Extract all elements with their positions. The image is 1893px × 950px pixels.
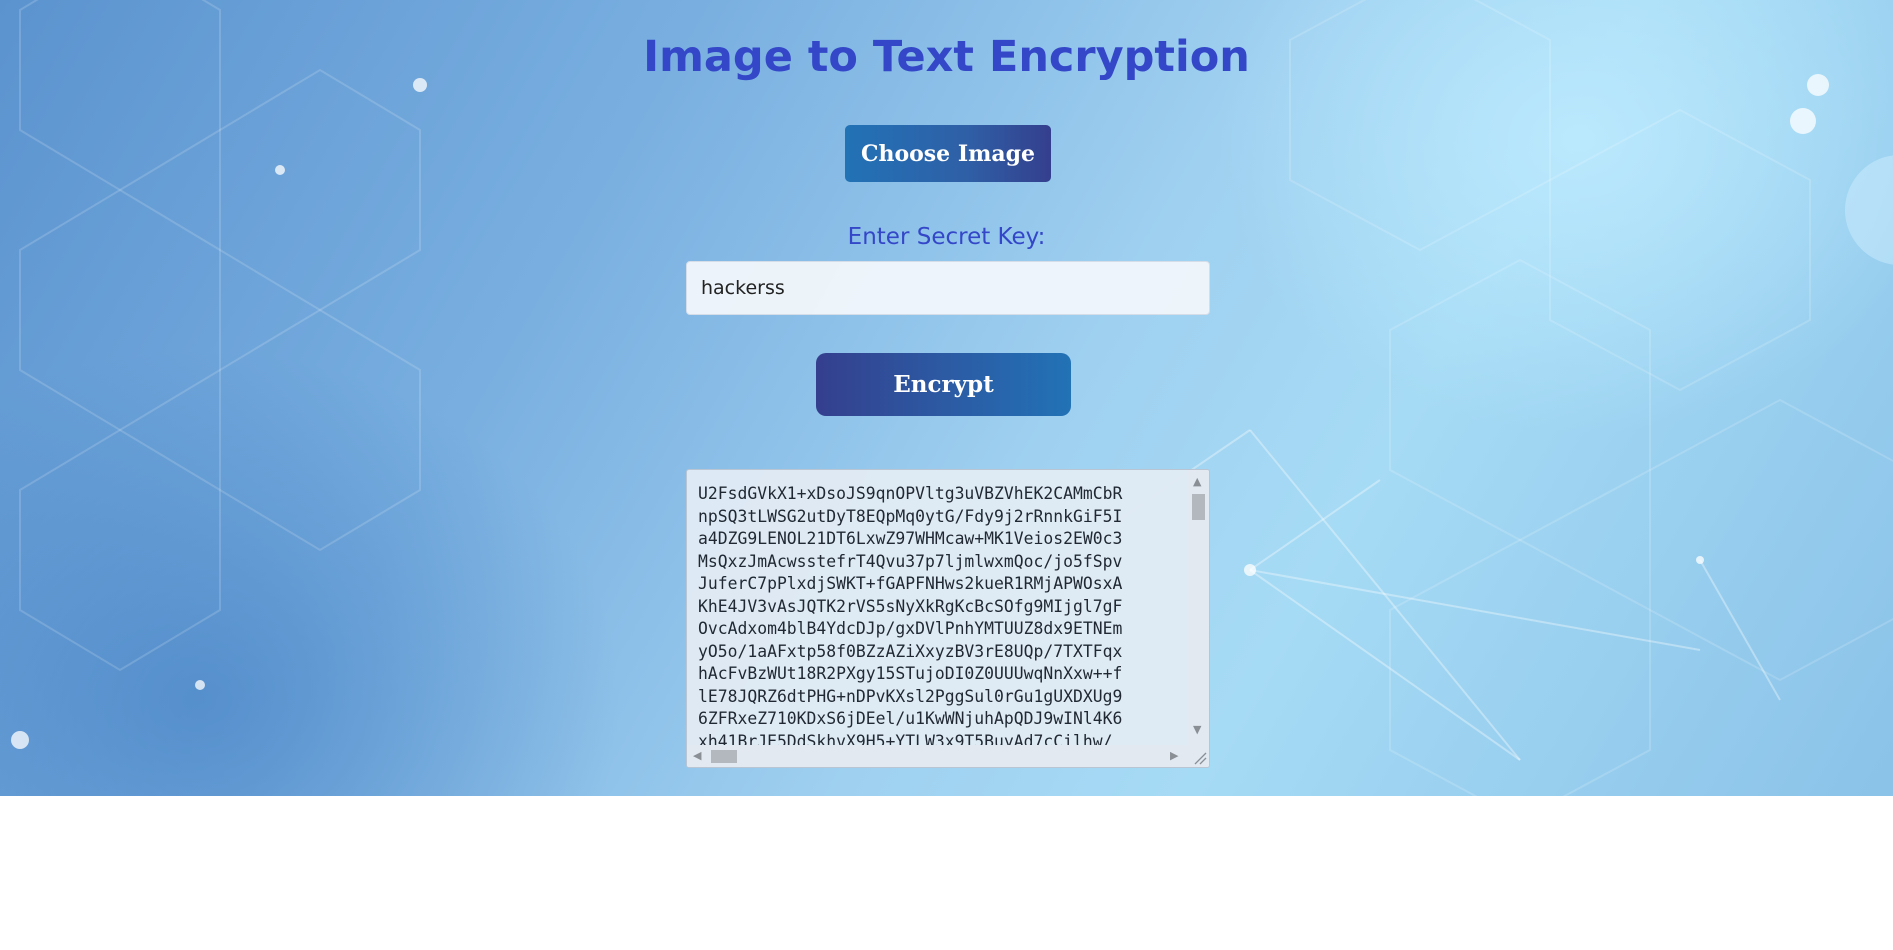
encrypted-output-line: JuferC7pPlxdjSWKT+fGAPFNHws2kueR1RMjAPWO… (698, 574, 1123, 593)
resize-handle-icon[interactable] (1187, 745, 1209, 767)
horizontal-scrollbar[interactable]: ◀ ▶ (687, 745, 1187, 767)
encrypted-output-textarea[interactable]: U2FsdGVkX1+xDsoJS9qnOPVltg3uVBZVhEK2CAMm… (686, 469, 1210, 768)
scroll-up-arrow-icon[interactable]: ▲ (1193, 476, 1201, 487)
encrypted-output-line: yO5o/1aAFxtp58f0BZzAZiXxyzBV3rE8UQp/7TXT… (698, 641, 1123, 661)
page-title: Image to Text Encryption (643, 32, 1250, 82)
scroll-left-arrow-icon[interactable]: ◀ (693, 750, 701, 761)
encrypted-output-line: hAcFvBzWUt18R2PXgy15STujoDI0Z0UUUwqNnXxw… (698, 664, 1123, 683)
encrypted-output-line: 6ZFRxeZ710KDxS6jDEel/u1KwWNjuhApQDJ9wINl… (698, 709, 1123, 728)
scroll-right-arrow-icon[interactable]: ▶ (1170, 750, 1178, 761)
encrypted-output-line: OvcAdxom4blB4YdcDJp/gxDVlPnhYMTUUZ8dx9ET… (698, 619, 1123, 638)
encrypt-button[interactable]: Encrypt (816, 353, 1071, 416)
encrypted-output-line: a4DZG9LENOL21DT6LxwZ97WHMcaw+MK1Veios2EW… (698, 529, 1123, 548)
horizontal-scroll-thumb[interactable] (711, 750, 737, 763)
vertical-scroll-thumb[interactable] (1192, 494, 1205, 520)
encrypted-output-line: npSQ3tLWSG2utDyT8EQpMq0ytG/Fdy9j2rRnnkGi… (698, 506, 1123, 526)
encrypted-output-line: U2FsdGVkX1+xDsoJS9qnOPVltg3uVBZVhEK2CAMm… (698, 484, 1123, 503)
choose-image-button[interactable]: Choose Image (845, 125, 1051, 182)
encrypted-output-line: MsQxzJmAcwsstefrT4Qvu37p7ljmlwxmQoc/jo5f… (698, 551, 1123, 571)
scroll-down-arrow-icon[interactable]: ▼ (1193, 724, 1201, 735)
vertical-scrollbar[interactable]: ▲ ▼ (1187, 470, 1209, 747)
secret-key-label: Enter Secret Key: (847, 224, 1046, 250)
encrypted-output-line: lE78JQRZ6dtPHG+nDPvKXsl2PggSul0rGu1gUXDX… (698, 686, 1123, 706)
secret-key-input[interactable] (686, 261, 1210, 315)
encrypted-output-text: U2FsdGVkX1+xDsoJS9qnOPVltg3uVBZVhEK2CAMm… (698, 483, 1182, 746)
encrypted-output-line: KhE4JV3vAsJQTK2rVS5sNyXkRgKcBcSOfg9MIjgl… (698, 596, 1123, 616)
encrypted-output-line: xh41BrJE5DdSkhvX9H5+YTLW3x9T5BuyAd7cCilh… (698, 731, 1113, 747)
